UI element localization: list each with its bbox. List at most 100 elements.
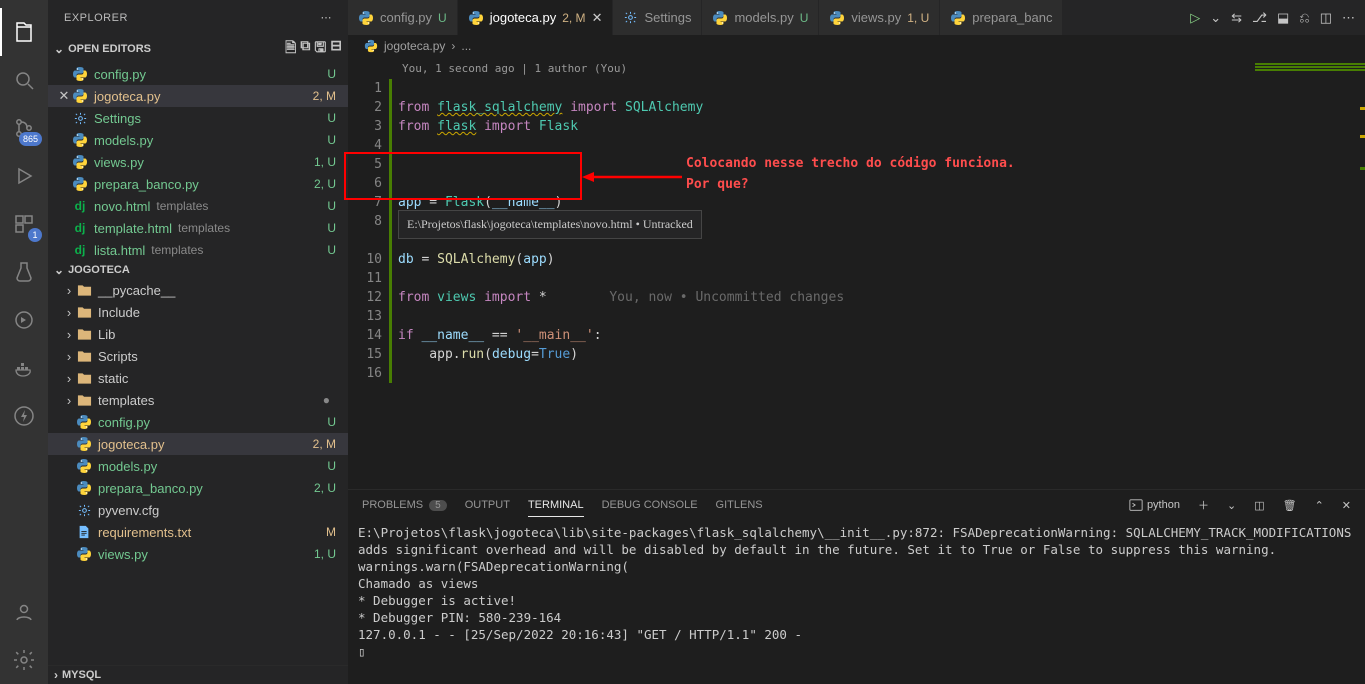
open-editor-item[interactable]: prepara_banco.py2, U [48,173,348,195]
more-actions-icon[interactable]: ⋯ [1342,10,1355,26]
editor-tab[interactable]: Settings [613,0,702,35]
editor-area: 1234567810111213141516 You, 1 second ago… [348,57,1365,489]
file-icon [76,371,92,385]
folder-item[interactable]: ›static [48,367,348,389]
kill-terminal-icon[interactable]: 🗑 [1283,499,1297,512]
open-editors-header[interactable]: ⌄ OPEN EDITORS 🗎 ⧉ 🖫 ⊟ [48,35,348,63]
settings-icon[interactable] [0,636,48,684]
tab-label: prepara_banc [972,10,1052,25]
diff-icon[interactable]: ⬓ [1277,10,1289,26]
open-editor-item[interactable]: ✕jogoteca.py2, M [48,85,348,107]
file-item[interactable]: config.pyU [48,411,348,433]
explorer-icon[interactable] [0,8,48,56]
docker-icon[interactable] [0,344,48,392]
extensions-icon[interactable]: 1 [0,200,48,248]
item-name: prepara_banco.py [98,481,203,496]
item-name: static [98,371,128,386]
line-number: 13 [348,307,398,326]
file-icon [72,111,88,126]
line-number: 12 [348,288,398,307]
close-panel-icon[interactable]: ✕ [1342,499,1351,512]
tab-git-status: 2, M [562,11,585,25]
tab-debug-console[interactable]: DEBUG CONSOLE [602,499,698,511]
new-file-icon[interactable]: 🗎 [285,37,296,61]
tab-output[interactable]: OUTPUT [465,499,510,511]
open-editor-item[interactable]: config.pyU [48,63,348,85]
open-editor-item[interactable]: views.py1, U [48,151,348,173]
editor-tabs: config.pyUjogoteca.py2, M✕Settingsmodels… [348,0,1365,35]
source-control-icon[interactable]: 865 [0,104,48,152]
remote-icon[interactable] [0,296,48,344]
git-compare-icon[interactable]: ⇆ [1231,10,1242,26]
shell-selector[interactable]: python [1129,498,1180,512]
line-number [348,231,398,250]
run-debug-icon[interactable] [0,152,48,200]
tab-terminal[interactable]: TERMINAL [528,499,584,511]
layout-icon[interactable]: ⧉ [300,37,310,61]
minimap[interactable] [1245,57,1365,489]
mysql-header[interactable]: › MYSQL [48,665,348,684]
run-icon[interactable]: ▷ [1190,10,1200,26]
folder-item[interactable]: ›templates● [48,389,348,411]
item-name: Lib [98,327,115,342]
open-editor-item[interactable]: models.pyU [48,129,348,151]
terminal-chevron-icon[interactable]: ⌄ [1227,499,1236,512]
split-terminal-icon[interactable]: ◫ [1254,499,1264,512]
git-status: U [327,133,336,147]
git-blame-codelens[interactable]: You, 1 second ago | 1 author (You) [402,59,627,78]
editor-tab[interactable]: prepara_banc [940,0,1063,35]
close-all-icon[interactable]: ⊟ [330,37,342,61]
run-chevron-icon[interactable]: ⌄ [1210,10,1221,26]
editor-tab[interactable]: views.py1, U [819,0,940,35]
account-icon[interactable] [0,588,48,636]
file-path: templates [178,221,230,235]
project-header[interactable]: ⌄ JOGOTECA [48,261,348,279]
file-icon [76,480,92,496]
file-item[interactable]: pyvenv.cfg [48,499,348,521]
terminal-panel: PROBLEMS 5 OUTPUT TERMINAL DEBUG CONSOLE… [348,489,1365,684]
close-icon[interactable]: ✕ [592,10,603,26]
tab-problems[interactable]: PROBLEMS 5 [362,499,447,511]
branch-icon-2[interactable]: ⎌ [1299,10,1309,26]
save-all-icon[interactable]: 🖫 [314,37,326,61]
open-editor-item[interactable]: djtemplate.htmltemplatesU [48,217,348,239]
branch-icon[interactable]: ⎇ [1252,10,1267,26]
file-icon [76,414,92,430]
file-item[interactable]: views.py1, U [48,543,348,565]
project-tree: ›__pycache__›Include›Lib›Scripts›static›… [48,279,348,665]
folder-item[interactable]: ›Scripts [48,345,348,367]
file-item[interactable]: jogoteca.py2, M [48,433,348,455]
line-number: 11 [348,269,398,288]
item-name: Scripts [98,349,138,364]
line-number: 8 [348,212,398,231]
new-terminal-icon[interactable]: ＋ [1198,497,1209,513]
chevron-right-icon: › [62,283,76,298]
more-icon[interactable]: ⋯ [321,11,333,24]
close-icon[interactable]: ✕ [56,88,72,104]
testing-icon[interactable] [0,248,48,296]
editor-tab[interactable]: config.pyU [348,0,458,35]
editor-tab[interactable]: jogoteca.py2, M✕ [458,0,614,35]
terminal-line: E:\Projetos\flask\jogoteca\lib\site-pack… [358,524,1355,558]
hover-tooltip: E:\Projetos\flask\jogoteca\templates\nov… [398,210,702,239]
file-item[interactable]: prepara_banco.py2, U [48,477,348,499]
code-editor[interactable]: You, 1 second ago | 1 author (You) from … [398,57,1245,489]
maximize-panel-icon[interactable]: ⌃ [1315,499,1324,512]
file-item[interactable]: models.pyU [48,455,348,477]
split-icon[interactable]: ◫ [1320,10,1332,26]
search-icon[interactable] [0,56,48,104]
open-editor-item[interactable]: djlista.htmltemplatesU [48,239,348,261]
terminal-output[interactable]: E:\Projetos\flask\jogoteca\lib\site-pack… [348,520,1365,684]
file-item[interactable]: requirements.txtM [48,521,348,543]
file-icon [76,327,92,341]
folder-item[interactable]: ›Lib [48,323,348,345]
editor-tab[interactable]: models.pyU [702,0,819,35]
folder-item[interactable]: ›__pycache__ [48,279,348,301]
thunder-icon[interactable] [0,392,48,440]
folder-item[interactable]: ›Include [48,301,348,323]
open-editor-item[interactable]: ✕djnovo.htmltemplatesU [48,195,348,217]
open-editor-item[interactable]: SettingsU [48,107,348,129]
breadcrumb[interactable]: jogoteca.py › ... [348,35,1365,57]
panel-tabs: PROBLEMS 5 OUTPUT TERMINAL DEBUG CONSOLE… [348,490,1365,520]
tab-gitlens[interactable]: GITLENS [716,499,763,511]
